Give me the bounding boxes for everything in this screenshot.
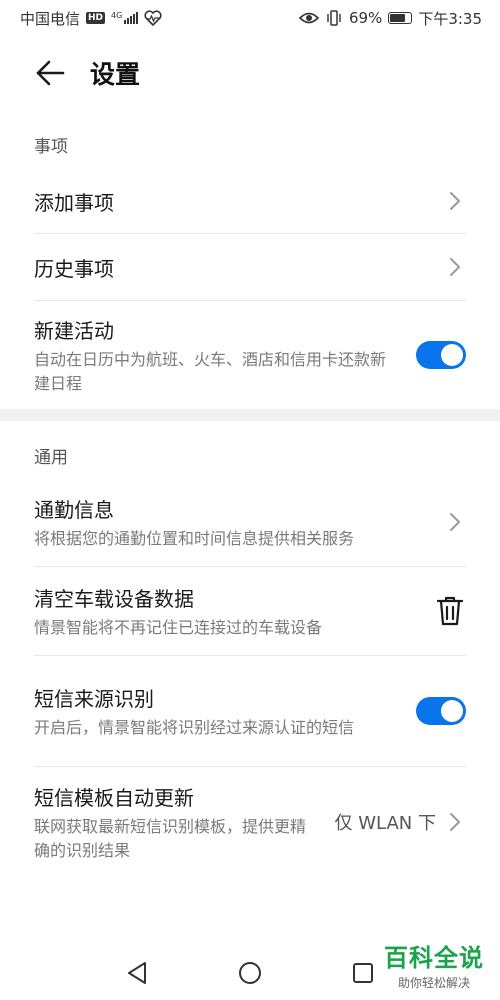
- watermark-sub: 助你轻松解决: [397, 976, 470, 990]
- trash-icon[interactable]: [434, 594, 466, 628]
- row-text: 历史事项: [34, 253, 114, 282]
- square-recents-icon: [353, 962, 374, 983]
- row-add-item[interactable]: 添加事项: [0, 168, 500, 234]
- hd-icon: HD: [86, 12, 106, 24]
- new-activity-toggle[interactable]: [416, 341, 466, 369]
- row-title: 清空车载设备数据: [34, 586, 194, 611]
- title-bar: 设置: [0, 44, 500, 102]
- row-text: 短信模板自动更新 联网获取最新短信识别模板，提供更精确的识别结果: [34, 782, 314, 863]
- circle-home-icon: [238, 961, 261, 984]
- section-header-items: 事项: [34, 137, 68, 157]
- row-subtitle: 将根据您的通勤位置和时间信息提供相关服务: [34, 528, 355, 548]
- page-title: 设置: [90, 60, 141, 89]
- template-update-value: 仅 WLAN 下: [335, 809, 466, 835]
- row-title: 短信来源识别: [34, 686, 154, 711]
- row-sms-source-recognition: 短信来源识别 开启后，情景智能将识别经过来源认证的短信: [0, 656, 500, 766]
- chevron-right-icon: [444, 511, 466, 533]
- row-text: 短信来源识别 开启后，情景智能将识别经过来源认证的短信: [34, 683, 394, 740]
- heart-rate-icon: [144, 10, 162, 26]
- row-text: 清空车载设备数据 情景智能将不再记住已连接过的车载设备: [34, 583, 322, 640]
- network-type-label: 4G: [111, 11, 123, 20]
- row-title: 历史事项: [34, 256, 114, 281]
- battery-percent: 69%: [348, 9, 383, 27]
- vibrate-icon: [327, 10, 341, 26]
- toggle-knob: [441, 700, 463, 722]
- row-text: 新建活动 自动在日历中为航班、火车、酒店和信用卡还款新建日程: [34, 315, 394, 396]
- signal-icon: 4G: [111, 11, 139, 24]
- toggle-knob: [441, 344, 463, 366]
- sms-source-toggle[interactable]: [416, 697, 466, 725]
- row-sms-template-update[interactable]: 短信模板自动更新 联网获取最新短信识别模板，提供更精确的识别结果 仅 WLAN …: [0, 767, 500, 877]
- triangle-back-icon: [127, 961, 146, 984]
- row-clear-car-data: 清空车载设备数据 情景智能将不再记住已连接过的车载设备: [0, 567, 500, 655]
- carrier-label: 中国电信: [20, 9, 81, 28]
- nav-back-button[interactable]: [117, 953, 157, 993]
- row-title: 新建活动: [34, 318, 114, 343]
- row-text: 通勤信息 将根据您的通勤位置和时间信息提供相关服务: [34, 494, 354, 551]
- chevron-right-icon: [444, 811, 466, 833]
- row-title: 短信模板自动更新: [34, 785, 194, 810]
- watermark-main: 百科全说: [384, 944, 484, 972]
- eye-icon: [298, 12, 319, 24]
- chevron-right-icon: [444, 256, 466, 278]
- row-history-items[interactable]: 历史事项: [0, 234, 500, 300]
- section-separator: [0, 409, 500, 421]
- row-subtitle: 情景智能将不再记住已连接过的车载设备: [34, 617, 323, 637]
- update-mode-value: 仅 WLAN 下: [334, 813, 436, 834]
- battery-icon: [388, 12, 413, 24]
- nav-home-button[interactable]: [230, 953, 270, 993]
- watermark-logo: 百科全说 助你轻松解决: [384, 938, 484, 991]
- status-bar: 中国电信 HD 4G 69% 下午3:35: [0, 0, 500, 36]
- chevron-right-icon: [444, 190, 466, 212]
- back-button[interactable]: [26, 49, 74, 97]
- row-subtitle: 联网获取最新短信识别模板，提供更精确的识别结果: [34, 816, 307, 860]
- row-title: 通勤信息: [34, 497, 114, 522]
- section-header-general: 通用: [34, 448, 68, 468]
- row-new-activity: 新建活动 自动在日历中为航班、火车、酒店和信用卡还款新建日程: [0, 301, 500, 409]
- row-commute-info[interactable]: 通勤信息 将根据您的通勤位置和时间信息提供相关服务: [0, 478, 500, 566]
- row-subtitle: 自动在日历中为航班、火车、酒店和信用卡还款新建日程: [34, 349, 387, 393]
- status-right: 69% 下午3:35: [298, 8, 482, 29]
- nav-recents-button[interactable]: [343, 953, 383, 993]
- row-subtitle: 开启后，情景智能将识别经过来源认证的短信: [34, 717, 355, 737]
- status-left: 中国电信 HD 4G: [20, 8, 162, 29]
- back-arrow-icon: [36, 60, 65, 86]
- clock: 下午3:35: [418, 9, 482, 28]
- row-text: 添加事项: [34, 187, 114, 216]
- row-title: 添加事项: [34, 190, 114, 215]
